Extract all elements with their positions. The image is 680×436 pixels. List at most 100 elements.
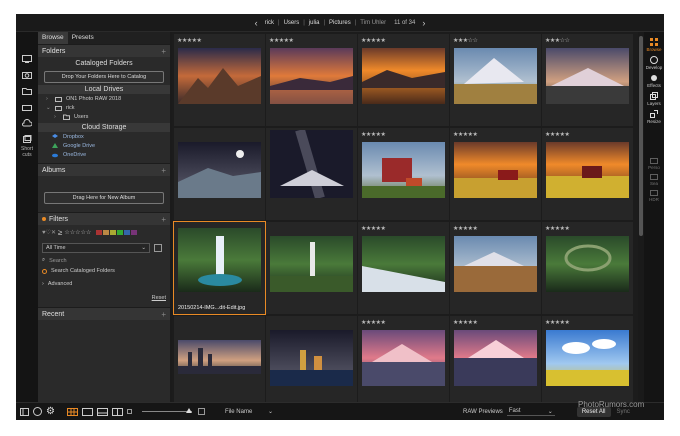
rating-stars[interactable]: ★★★★★: [453, 225, 478, 232]
breadcrumb-users[interactable]: Users: [284, 20, 300, 26]
swatch-red[interactable]: [96, 230, 103, 235]
photo-thumbnail[interactable]: [454, 48, 537, 104]
swatch-yellow[interactable]: [110, 230, 117, 235]
rating-stars[interactable]: ★★★★★: [361, 131, 386, 138]
sort-select[interactable]: File Name ⌄: [225, 408, 273, 415]
recent-header[interactable]: Recent +: [38, 307, 170, 320]
photo-thumbnail[interactable]: [546, 236, 629, 292]
thumbnail-cell[interactable]: [266, 128, 357, 220]
thumbnail-cell[interactable]: ★★★★★: [266, 34, 357, 126]
filters-header[interactable]: Filters +: [38, 212, 170, 225]
photo-thumbnail[interactable]: [362, 48, 445, 104]
drive-icon[interactable]: [16, 100, 38, 114]
sync-button[interactable]: Sync: [617, 409, 630, 415]
swatch-blue[interactable]: [124, 230, 131, 235]
swatch-orange[interactable]: [103, 230, 110, 235]
camera-icon[interactable]: [16, 68, 38, 82]
photo-thumbnail[interactable]: [546, 48, 629, 104]
search-input[interactable]: Search: [49, 258, 66, 264]
photo-thumbnail[interactable]: [270, 130, 353, 198]
photo-thumbnail[interactable]: [362, 142, 445, 198]
module-effects[interactable]: Effects: [644, 74, 664, 88]
add-folder-icon[interactable]: +: [161, 47, 166, 56]
thumbnail-cell[interactable]: ★★★★★: [450, 128, 541, 220]
panel-toggle-icon[interactable]: [20, 407, 29, 416]
thumbnail-cell[interactable]: ★★★★★: [358, 316, 449, 402]
tree-item-rick[interactable]: ⌄ rick: [38, 103, 170, 112]
prev-image-button[interactable]: ‹: [252, 18, 261, 28]
help-icon[interactable]: [33, 407, 42, 416]
rating-stars[interactable]: ★★★★★: [361, 225, 386, 232]
cloud-item-google-drive[interactable]: Google Drive: [38, 141, 170, 150]
module-hdr[interactable]: HDR: [644, 190, 664, 202]
filters-add-icon[interactable]: +: [161, 215, 166, 224]
raw-previews-select[interactable]: Fast ⌄: [506, 408, 555, 416]
folders-header[interactable]: Folders +: [38, 44, 170, 57]
photo-thumbnail[interactable]: [270, 236, 353, 292]
module-browse[interactable]: Browse: [644, 38, 664, 52]
breadcrumb-rick[interactable]: rick: [265, 20, 274, 26]
rating-stars[interactable]: ★★★☆☆: [545, 37, 570, 44]
thumbnail-cell[interactable]: [266, 316, 357, 402]
new-album-button[interactable]: Drag Here for New Album: [44, 192, 164, 204]
chevron-right-icon[interactable]: ›: [54, 114, 59, 120]
photo-thumbnail[interactable]: [546, 142, 629, 198]
thumbnail-cell[interactable]: ★★★☆☆: [542, 34, 633, 126]
photo-thumbnail[interactable]: [454, 330, 537, 386]
slider-knob[interactable]: [185, 408, 192, 413]
recent-toggle-icon[interactable]: +: [161, 310, 166, 319]
chevron-right-icon[interactable]: ›: [46, 96, 51, 102]
time-select[interactable]: All Time ⌄: [42, 242, 150, 253]
photo-thumbnail[interactable]: [270, 330, 353, 386]
folder-icon[interactable]: [16, 84, 38, 98]
thumbnail-cell[interactable]: ★★★★★: [450, 316, 541, 402]
thumbnail-cell[interactable]: ★★★★★: [450, 222, 541, 314]
rating-stars[interactable]: ★★★★★: [453, 131, 478, 138]
thumbnail-size-slider[interactable]: [141, 408, 192, 413]
albums-header[interactable]: Albums +: [38, 163, 170, 176]
small-thumb-icon[interactable]: [126, 409, 132, 414]
rating-stars[interactable]: ★★★★★: [545, 319, 570, 326]
thumbnail-cell[interactable]: [174, 128, 265, 220]
thumbnail-cell-selected[interactable]: 20150214-IMG...dit-Edit.jpg: [173, 221, 266, 315]
drop-folders-button[interactable]: Drop Your Folders Here to Catalog: [44, 71, 164, 83]
search-row[interactable]: ⌕ Search: [38, 255, 170, 266]
rating-stars[interactable]: ★★★★★: [545, 225, 570, 232]
thumbnail-cell[interactable]: ★★★★★: [542, 316, 633, 402]
module-search[interactable]: Sea: [644, 174, 664, 186]
calendar-icon[interactable]: [154, 243, 162, 252]
heart-icon[interactable]: ♥♡✕: [42, 229, 56, 236]
scrollbar-thumb[interactable]: [639, 36, 643, 236]
thumbnail-cell[interactable]: ★★★★★: [174, 34, 265, 126]
photo-thumbnail[interactable]: [454, 236, 537, 292]
photo-thumbnail[interactable]: [178, 228, 261, 292]
rating-stars[interactable]: ★★★★★: [545, 131, 570, 138]
search-cataloged-row[interactable]: Search Cataloged Folders: [38, 266, 170, 276]
swatch-purple[interactable]: [131, 230, 138, 235]
radio-icon[interactable]: [42, 268, 47, 274]
rating-stars[interactable]: ★★★★★: [361, 319, 386, 326]
rating-stars[interactable]: ★★★★★: [269, 37, 294, 44]
cloud-icon[interactable]: [16, 116, 38, 130]
reset-filters-link[interactable]: Reset: [38, 295, 170, 301]
thumbnail-cell[interactable]: ★★★★★: [358, 34, 449, 126]
thumbnail-cell[interactable]: ★★★★★: [358, 128, 449, 220]
thumbnail-cell[interactable]: [174, 316, 265, 402]
computer-icon[interactable]: [16, 52, 38, 66]
breadcrumb-julia[interactable]: julia: [309, 20, 320, 26]
grid-view-icon[interactable]: [66, 407, 78, 416]
detail-view-icon[interactable]: [81, 407, 93, 416]
rating-stars[interactable]: ★★★★★: [453, 319, 478, 326]
tree-item-users[interactable]: › Users: [38, 112, 170, 121]
chevron-down-icon[interactable]: ⌄: [46, 105, 51, 111]
photo-thumbnail[interactable]: [546, 330, 629, 386]
rating-stars[interactable]: ★★★☆☆: [453, 37, 478, 44]
module-develop[interactable]: Develop: [644, 56, 664, 70]
thumbnail-cell[interactable]: ★★★★★: [542, 128, 633, 220]
filmstrip-view-icon[interactable]: [96, 407, 108, 416]
albums-icon[interactable]: [16, 132, 38, 146]
photo-thumbnail[interactable]: [270, 48, 353, 104]
thumbnail-cell[interactable]: ★★★☆☆: [450, 34, 541, 126]
rating-stars[interactable]: ★★★★★: [177, 37, 202, 44]
tab-browse[interactable]: Browse: [38, 32, 68, 44]
